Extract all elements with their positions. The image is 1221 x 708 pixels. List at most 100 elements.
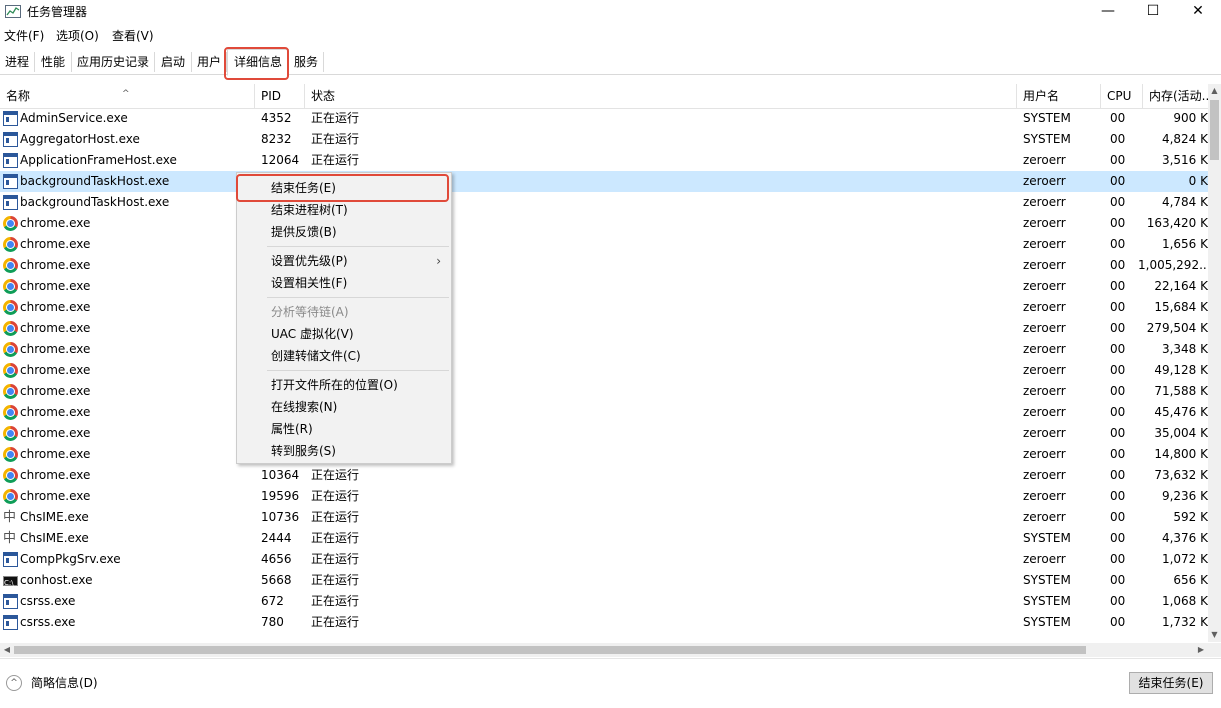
- chrome-icon: [3, 321, 18, 336]
- scroll-down-icon[interactable]: ▼: [1208, 628, 1221, 642]
- table-row[interactable]: chrome.exe zeroerr 00 49,128 K: [0, 360, 1208, 381]
- table-row[interactable]: conhost.exe 5668 正在运行 SYSTEM 00 656 K: [0, 570, 1208, 594]
- chevron-up-icon[interactable]: ^: [6, 675, 22, 691]
- context-menu-separator: [267, 246, 449, 247]
- process-cpu: 00: [1110, 132, 1126, 146]
- context-menu-item[interactable]: 设置优先级(P) ›: [237, 250, 451, 272]
- chrome-icon: [3, 405, 18, 420]
- table-row[interactable]: backgroundTaskHost.exe zeroerr 00 4,784 K: [0, 192, 1208, 213]
- process-status: 正在运行: [311, 594, 360, 608]
- process-user: zeroerr: [1023, 279, 1066, 293]
- scroll-left-icon[interactable]: ◀: [0, 643, 14, 657]
- process-pid: 10736: [261, 510, 300, 524]
- process-cpu: 00: [1110, 216, 1126, 230]
- table-row[interactable]: chrome.exe zeroerr 00 22,164 K: [0, 276, 1208, 297]
- table-body: AdminService.exe 4352 正在运行 SYSTEM 00 900 K Agg…: [0, 108, 1208, 633]
- tab-details[interactable]: 详细信息: [227, 49, 289, 76]
- horizontal-scroll-thumb[interactable]: [14, 646, 1086, 654]
- tab-services[interactable]: 服务: [289, 52, 324, 72]
- process-memory: 73,632 K: [1154, 468, 1208, 482]
- window-title: 任务管理器: [27, 5, 88, 19]
- process-cpu: 00: [1110, 426, 1126, 440]
- context-menu-item-label: 提供反馈(B): [271, 225, 337, 239]
- process-name: chrome.exe: [20, 237, 91, 251]
- menu-view[interactable]: 查看(V): [112, 26, 154, 46]
- scroll-up-icon[interactable]: ▲: [1208, 84, 1221, 98]
- chevron-right-icon: ›: [436, 254, 441, 268]
- context-menu-item[interactable]: 转到服务(S): [237, 440, 451, 462]
- process-name: chrome.exe: [20, 405, 91, 419]
- context-menu-item[interactable]: 在线搜索(N): [237, 396, 451, 418]
- process-name: chrome.exe: [20, 384, 91, 398]
- column-header-pid[interactable]: PID: [255, 84, 305, 108]
- tab-processes[interactable]: 进程: [0, 52, 35, 72]
- process-status: 正在运行: [311, 111, 360, 125]
- column-header-cpu[interactable]: CPU: [1101, 84, 1143, 108]
- context-menu-item[interactable]: 结束任务(E): [237, 177, 451, 199]
- column-header-status[interactable]: 状态: [305, 84, 1017, 108]
- process-name: chrome.exe: [20, 447, 91, 461]
- table-row[interactable]: chrome.exe zeroerr 00 35,004 K: [0, 423, 1208, 444]
- minimize-button[interactable]: —: [1085, 0, 1131, 24]
- column-header-username[interactable]: 用户名: [1017, 84, 1101, 108]
- table-row[interactable]: chrome.exe zeroerr 00 1,656 K: [0, 234, 1208, 255]
- close-button[interactable]: ✕: [1175, 0, 1221, 24]
- context-menu-separator: [267, 297, 449, 298]
- context-menu-item[interactable]: 结束进程树(T): [237, 199, 451, 221]
- table-row[interactable]: 中 ChsIME.exe 2444 正在运行 SYSTEM 00 4,376 K: [0, 528, 1208, 549]
- process-status: 正在运行: [311, 615, 360, 629]
- vertical-scroll-thumb[interactable]: [1210, 100, 1219, 160]
- fewer-details-link[interactable]: 简略信息(D): [31, 675, 98, 691]
- table-row[interactable]: AdminService.exe 4352 正在运行 SYSTEM 00 900 K: [0, 108, 1208, 129]
- process-pid: 10364: [261, 468, 300, 482]
- table-row[interactable]: chrome.exe zeroerr 00 1,005,292...: [0, 255, 1208, 276]
- table-row[interactable]: AggregatorHost.exe 8232 正在运行 SYSTEM 00 4,824 …: [0, 129, 1208, 150]
- scroll-right-icon[interactable]: ▶: [1194, 643, 1208, 657]
- vertical-scrollbar[interactable]: ▲ ▼: [1208, 84, 1221, 642]
- process-memory: 1,732 K: [1161, 615, 1208, 629]
- table-row[interactable]: csrss.exe 672 正在运行 SYSTEM 00 1,068 K: [0, 591, 1208, 612]
- process-cpu: 00: [1110, 342, 1126, 356]
- table-row[interactable]: 中 ChsIME.exe 10736 正在运行 zeroerr 00 592 K: [0, 507, 1208, 528]
- context-menu-item[interactable]: UAC 虚拟化(V): [237, 323, 451, 345]
- context-menu-item[interactable]: 属性(R): [237, 418, 451, 440]
- chrome-icon: [3, 384, 18, 399]
- horizontal-scrollbar[interactable]: ◀ ▶: [0, 643, 1208, 657]
- process-pid: 672: [261, 594, 284, 608]
- end-task-button[interactable]: 结束任务(E): [1129, 672, 1213, 694]
- tab-app-history[interactable]: 应用历史记录: [72, 52, 155, 72]
- process-name: AdminService.exe: [20, 111, 128, 125]
- context-menu-item[interactable]: 创建转储文件(C): [237, 345, 451, 367]
- context-menu-item[interactable]: 打开文件所在的位置(O): [237, 374, 451, 396]
- table-row[interactable]: chrome.exe 10364 正在运行 zeroerr 00 73,632 K: [0, 465, 1208, 486]
- table-row[interactable]: chrome.exe 19596 正在运行 zeroerr 00 9,236 K: [0, 486, 1208, 507]
- table-row[interactable]: chrome.exe zeroerr 00 279,504 K: [0, 318, 1208, 339]
- menu-options[interactable]: 选项(O): [56, 26, 99, 46]
- table-row[interactable]: chrome.exe zeroerr 00 14,800 K: [0, 444, 1208, 465]
- tab-performance[interactable]: 性能: [35, 52, 72, 72]
- table-row[interactable]: CompPkgSrv.exe 4656 正在运行 zeroerr 00 1,072 K: [0, 549, 1208, 570]
- maximize-button[interactable]: ☐: [1130, 0, 1176, 24]
- table-row[interactable]: chrome.exe zeroerr 00 15,684 K: [0, 297, 1208, 318]
- context-menu-item[interactable]: 设置相关性(F): [237, 272, 451, 294]
- column-header-memory[interactable]: 内存(活动...: [1143, 84, 1208, 108]
- context-menu-item[interactable]: 提供反馈(B): [237, 221, 451, 243]
- column-header-name[interactable]: ^ 名称: [0, 84, 255, 108]
- tab-startup[interactable]: 启动: [155, 52, 192, 72]
- process-memory: 15,684 K: [1154, 300, 1208, 314]
- process-cpu: 00: [1110, 447, 1126, 461]
- tab-users[interactable]: 用户: [192, 52, 227, 72]
- table-row[interactable]: backgroundTaskHost.exe zeroerr 00 0 K: [0, 171, 1208, 192]
- process-status: 正在运行: [311, 468, 360, 482]
- context-menu-item-label: 分析等待链(A): [271, 305, 349, 319]
- table-row[interactable]: chrome.exe zeroerr 00 163,420 K: [0, 213, 1208, 234]
- table-row[interactable]: chrome.exe zeroerr 00 71,588 K: [0, 381, 1208, 402]
- chrome-icon: [3, 258, 18, 273]
- process-memory: 9,236 K: [1161, 489, 1208, 503]
- process-memory: 163,420 K: [1146, 216, 1208, 230]
- table-row[interactable]: chrome.exe zeroerr 00 45,476 K: [0, 402, 1208, 423]
- table-row[interactable]: chrome.exe zeroerr 00 3,348 K: [0, 339, 1208, 360]
- table-row[interactable]: csrss.exe 780 正在运行 SYSTEM 00 1,732 K: [0, 612, 1208, 633]
- table-row[interactable]: ApplicationFrameHost.exe 12064 正在运行 zeroerr…: [0, 150, 1208, 171]
- menu-file[interactable]: 文件(F): [4, 26, 44, 46]
